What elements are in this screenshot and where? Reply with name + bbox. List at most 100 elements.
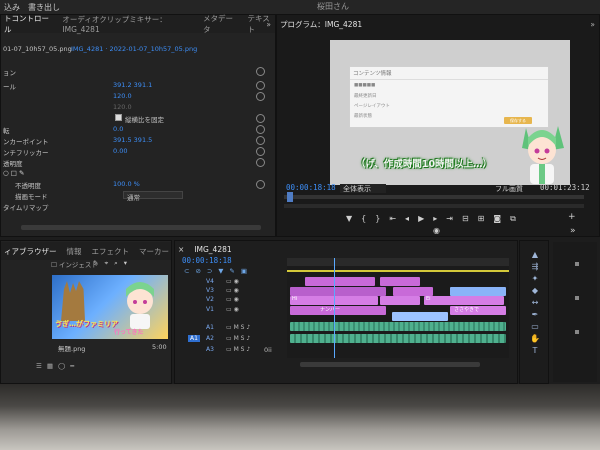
hand-tool-icon[interactable]: ✋ [529,334,541,344]
export-frame-icon[interactable]: ◉ [433,226,440,235]
tab-metadata[interactable]: メタデータ [203,13,238,35]
search-icon[interactable]: ⌕ [114,259,124,267]
program-playhead[interactable] [287,192,293,202]
clip[interactable] [393,287,433,296]
lift-icon[interactable]: ⊟ [462,214,478,223]
clip[interactable] [392,312,448,321]
track-header-a2[interactable]: A1 A2 ▭ M S ♪ [178,335,286,345]
wrench-icon[interactable]: ✎ [229,267,240,275]
marker-icon[interactable]: ▼ [346,214,361,223]
close-icon[interactable]: × [178,245,184,254]
reset-icon[interactable] [256,92,265,101]
snap-icon[interactable]: ⊂ [184,267,195,275]
clip[interactable] [450,287,506,296]
program-zoom-bar[interactable] [284,204,584,208]
pen-icon[interactable]: ⌖ [104,259,114,267]
zoom-slider-icon[interactable]: ◯━ [58,362,79,370]
add-marker-icon[interactable]: ▼ [218,267,229,275]
track-header-v2[interactable]: V2 ▭ ◉ [178,296,286,306]
reset-icon[interactable] [256,81,265,90]
icon-view-icon[interactable]: ▦ [47,362,58,370]
effect-row: 転 0.0 [3,125,273,135]
step-back-icon[interactable]: ◂ [405,214,418,223]
timeline-timecode[interactable]: 00:00:18:18 [182,256,232,265]
work-area-bar[interactable] [287,270,509,272]
rectangle-tool-icon[interactable]: ▭ [529,322,541,332]
timeline-ruler[interactable] [287,258,509,266]
tab-media-browser[interactable]: ィアブラウザー [4,246,57,257]
tab-program[interactable]: プログラム：IMG_4281 [280,19,362,30]
blend-mode-select[interactable]: 通常 [123,191,183,202]
tab-markers[interactable]: マーカー [139,246,169,257]
reset-icon[interactable] [256,125,265,134]
fit-select[interactable]: 全体表示 [340,184,386,193]
audio-clip[interactable] [290,322,506,331]
track-header-a1[interactable]: A1 ▭ M S ♪ [178,324,286,334]
checkbox-icon[interactable] [115,114,122,121]
clip[interactable] [305,277,375,286]
clip[interactable]: ささやきで [450,306,506,315]
play-icon[interactable]: ▶ [418,214,433,223]
clip[interactable] [380,296,420,305]
clip[interactable]: Ei [424,296,504,305]
clip[interactable]: ナンバー [290,306,386,315]
reset-icon[interactable] [256,180,265,189]
ingest-checkbox[interactable]: ☐ インジェスト [51,259,98,269]
more-buttons-icon[interactable]: » [570,226,576,236]
tab-audio-mixer[interactable]: オーディオクリップミキサー：IMG_4281 [62,14,193,34]
checkbox-icon[interactable]: ☐ [51,261,57,269]
razor-tool-icon[interactable]: ◆ [529,286,541,296]
project-item-name[interactable]: 無題.png [58,343,85,353]
ripple-edit-icon[interactable]: ✦ [529,274,541,284]
pen-mask-icon[interactable]: ✎ [19,169,24,177]
workspace-import[interactable]: 込み [4,2,20,13]
timeline-playhead[interactable] [334,258,335,358]
tab-effect-controls[interactable]: トコントロール [4,13,52,35]
track-select-icon[interactable]: ⇶ [529,262,541,272]
track-header-v1[interactable]: V1 ▭ ◉ [178,306,286,316]
filter-icon[interactable]: ▾ [124,259,133,267]
target-clip-name[interactable]: IMG_4281 · 2022-01-07_10h57_05.png [71,45,197,55]
horizontal-scrollbar[interactable] [21,225,261,230]
clip[interactable] [290,287,386,296]
wrench-icon[interactable]: ✎ [93,259,104,267]
slip-tool-icon[interactable]: ↔ [529,298,541,308]
tab-info[interactable]: 情報 [67,246,82,257]
reset-icon[interactable] [256,158,265,167]
rect-mask-icon[interactable]: □ [11,169,17,177]
lock-icon: ▭ ◉ [226,296,239,303]
settings-icon[interactable]: + [568,212,576,222]
linked-selection-icon[interactable]: ⊃ [207,267,218,275]
program-timecode[interactable]: 00:00:18:18 [286,183,336,192]
go-to-in-icon[interactable]: ⇤ [389,214,405,223]
more-tabs-icon[interactable]: » [266,20,271,29]
clip[interactable] [380,277,420,286]
out-point-icon[interactable]: } [375,214,389,223]
reset-icon[interactable] [256,114,265,123]
camera-icon[interactable]: ◙ [493,214,510,223]
selection-tool-icon[interactable]: ▲ [529,250,541,260]
tab-sequence[interactable]: IMG_4281 [194,245,231,254]
tab-effects[interactable]: エフェクト [92,246,130,257]
reset-icon[interactable] [256,67,265,76]
compare-icon[interactable]: ⧉ [510,214,525,223]
reset-icon[interactable] [256,136,265,145]
link-icon[interactable]: ⊘ [195,267,206,275]
quality-select[interactable]: フル画質 [495,184,523,194]
extract-icon[interactable]: ⊞ [478,214,494,223]
ellipse-mask-icon[interactable]: ○ [3,169,9,177]
type-tool-icon[interactable]: T [529,346,541,356]
more-icon[interactable]: » [590,20,595,29]
step-forward-icon[interactable]: ▸ [433,214,446,223]
audio-clip[interactable] [290,334,506,343]
reset-icon[interactable] [256,147,265,156]
go-to-out-icon[interactable]: ⇥ [446,214,462,223]
workspace-export[interactable]: 書き出し [28,2,60,13]
timeline-scrollbar[interactable] [300,362,480,367]
list-view-icon[interactable]: ☰ [36,362,47,370]
captions-icon[interactable]: ▣ [241,267,253,275]
project-item-thumbnail[interactable]: ゔぎ…がファミリア 行ってきた [52,275,168,339]
in-point-icon[interactable]: { [361,214,375,223]
pen-tool-icon[interactable]: ✒ [529,310,541,320]
program-scrubber[interactable] [284,195,584,199]
